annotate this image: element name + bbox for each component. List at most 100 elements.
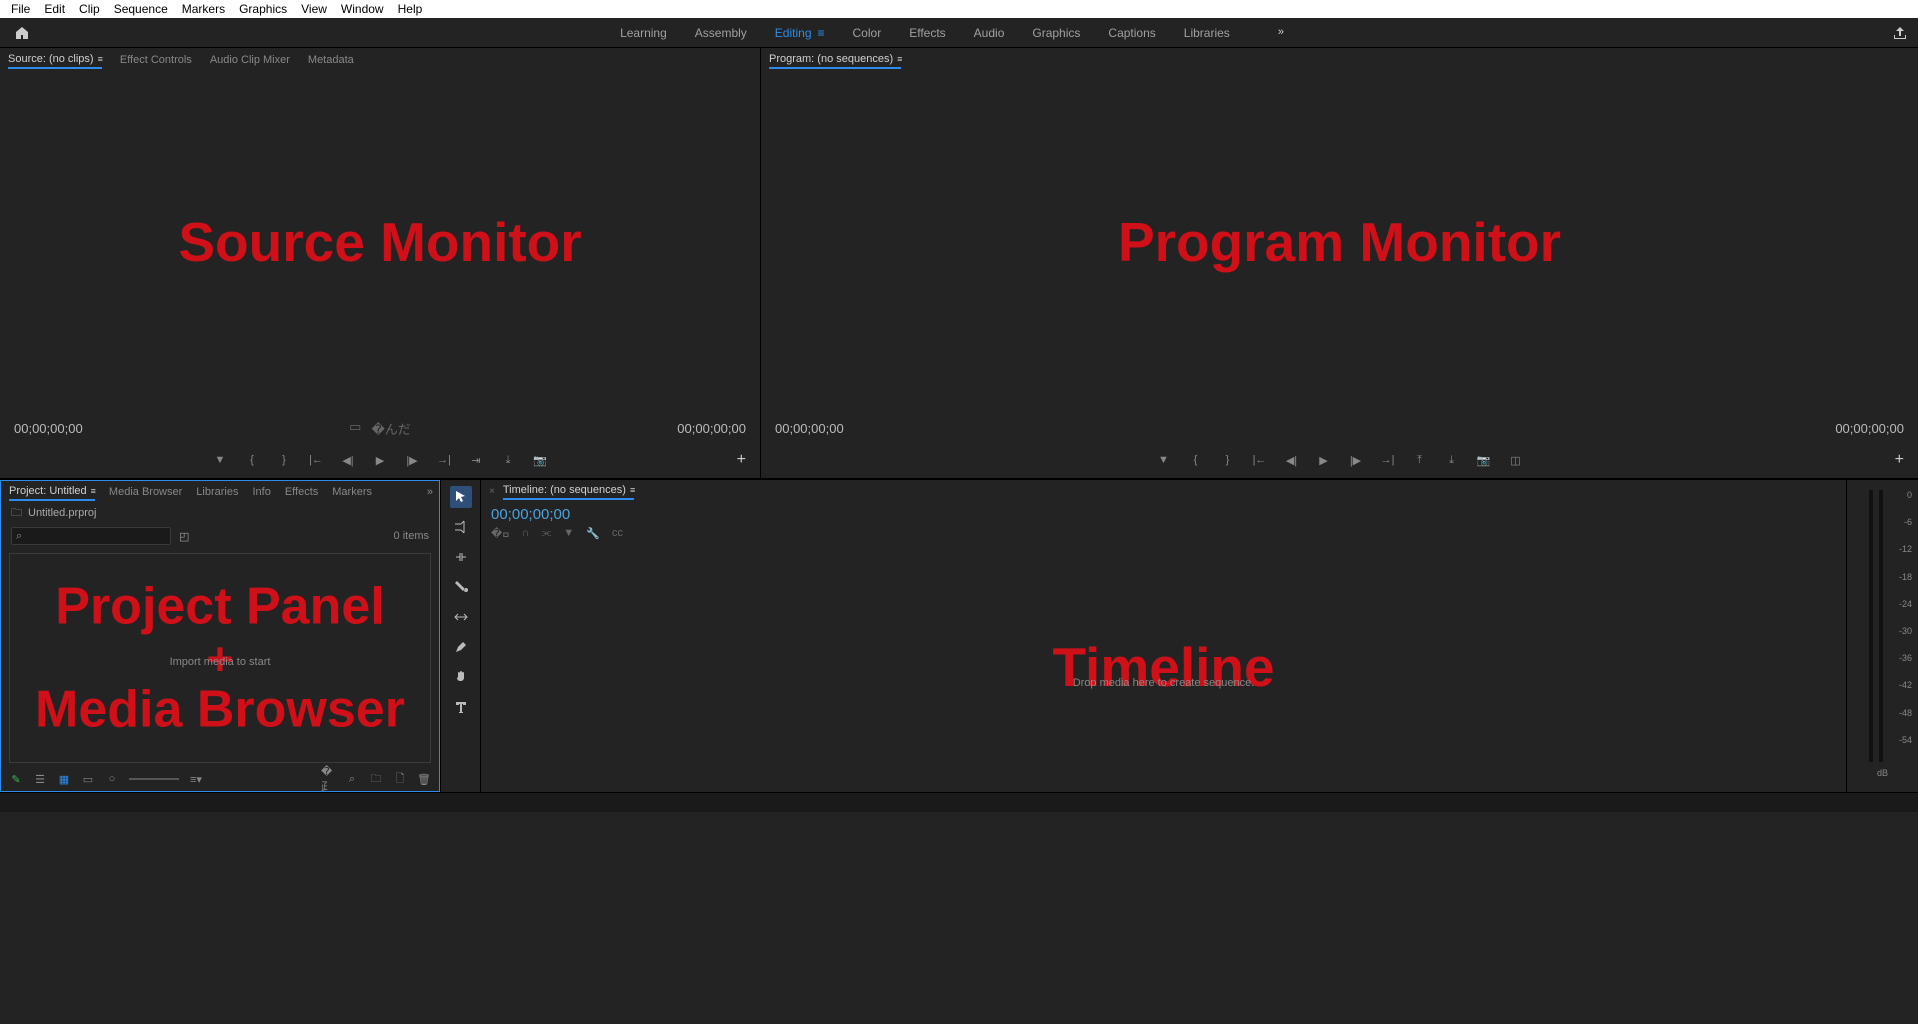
menu-help[interactable]: Help [391,2,430,16]
tool-pen[interactable] [450,636,472,658]
insert-button[interactable]: ⇥ [468,452,484,468]
overwrite-button[interactable]: ⤓ [500,452,516,468]
workspace-color[interactable]: Color [853,26,882,40]
tab-libraries-lower[interactable]: Libraries [196,486,238,498]
menu-clip[interactable]: Clip [72,2,107,16]
source-timecode-left[interactable]: 00;00;00;00 [14,421,83,436]
tab-effects-lower[interactable]: Effects [285,486,318,498]
tab-info[interactable]: Info [252,486,270,498]
button-editor-plus[interactable]: + [1895,451,1904,469]
sort-button[interactable]: ≡▾ [189,772,203,786]
tab-markers-lower[interactable]: Markers [332,486,372,498]
workspace-editing[interactable]: Editing≡ [775,26,825,40]
play-button[interactable]: ▶ [372,452,388,468]
tool-razor[interactable] [450,576,472,598]
tool-hand[interactable] [450,666,472,688]
step-forward-button[interactable]: |▶ [404,452,420,468]
menu-edit[interactable]: Edit [37,2,72,16]
source-monitor-viewport[interactable]: Source Monitor [0,72,760,414]
nest-icon[interactable]: �ߛ [491,527,509,540]
tool-type[interactable] [450,696,472,718]
workspace-audio[interactable]: Audio [974,26,1005,40]
tool-track-select[interactable] [450,516,472,538]
hamburger-icon[interactable]: ≡ [91,486,95,496]
tab-metadata[interactable]: Metadata [308,54,354,66]
workspace-assembly[interactable]: Assembly [695,26,747,40]
tool-ripple-edit[interactable] [450,546,472,568]
go-to-out-button[interactable]: →| [436,452,452,468]
export-frame-button[interactable]: 📷 [1476,452,1492,468]
zoom-slider-track[interactable] [129,778,179,780]
step-back-button[interactable]: ◀| [1284,452,1300,468]
extract-button[interactable]: ⤓ [1444,452,1460,468]
marker-icon[interactable]: ▼ [563,527,574,540]
filter-bin-icon[interactable]: ◰ [179,530,189,543]
go-to-out-button[interactable]: →| [1380,452,1396,468]
menu-window[interactable]: Window [334,2,391,16]
button-editor-plus[interactable]: + [737,451,746,469]
timeline-track-area[interactable]: Timeline Drop media here to create seque… [481,544,1846,792]
add-marker-button[interactable]: ▼ [212,452,228,468]
tab-source[interactable]: Source: (no clips)≡ [8,53,102,69]
workspace-captions[interactable]: Captions [1108,26,1155,40]
find-button[interactable]: ⌕ [345,772,359,786]
menu-view[interactable]: View [294,2,334,16]
timeline-timecode[interactable]: 00;00;00;00 [491,506,1836,523]
tabs-overflow-button[interactable]: » [427,486,433,498]
linked-selection-icon[interactable]: ⫘ [541,527,551,540]
home-button[interactable] [8,21,36,45]
delete-button[interactable]: 🗑 [417,772,431,786]
new-item-button[interactable]: 🗋 [393,772,407,786]
workspace-libraries[interactable]: Libraries [1184,26,1230,40]
snap-icon[interactable]: ∩ [521,527,529,540]
play-button[interactable]: ▶ [1316,452,1332,468]
menu-sequence[interactable]: Sequence [107,2,175,16]
zoom-slider-handle[interactable]: ○ [105,772,119,786]
tab-timeline[interactable]: Timeline: (no sequences)≡ [503,484,634,500]
mark-out-button[interactable]: } [276,452,292,468]
workspace-overflow-button[interactable]: » [1278,26,1284,40]
tab-program[interactable]: Program: (no sequences)≡ [769,53,901,69]
hamburger-icon[interactable]: ≡ [818,26,825,40]
automate-to-sequence-button[interactable]: �⺪ [321,772,335,786]
hamburger-icon[interactable]: ≡ [897,54,901,64]
step-forward-button[interactable]: |▶ [1348,452,1364,468]
mark-out-button[interactable]: } [1220,452,1236,468]
fit-icon[interactable]: ▭ [349,419,361,438]
settings-icon[interactable]: �んだ [371,419,410,438]
hamburger-icon[interactable]: ≡ [98,54,102,64]
icon-view-button[interactable]: ▦ [57,772,71,786]
project-search-input[interactable]: ⌕ [11,527,171,545]
tool-selection[interactable] [450,486,472,508]
settings-icon[interactable]: 🔧 [586,527,600,540]
add-marker-button[interactable]: ▼ [1156,452,1172,468]
menu-graphics[interactable]: Graphics [232,2,294,16]
export-frame-button[interactable]: 📷 [532,452,548,468]
timeline-tab-close[interactable]: × [489,486,495,497]
tab-project[interactable]: Project: Untitled≡ [9,485,95,501]
new-bin-button[interactable]: 🗀 [369,772,383,786]
mark-in-button[interactable]: { [244,452,260,468]
go-to-in-button[interactable]: |← [308,452,324,468]
list-view-button[interactable]: ☰ [33,772,47,786]
menu-file[interactable]: File [4,2,37,16]
step-back-button[interactable]: ◀| [340,452,356,468]
menu-markers[interactable]: Markers [175,2,232,16]
tab-effect-controls[interactable]: Effect Controls [120,54,192,66]
captions-icon[interactable]: cc [612,527,623,540]
share-button[interactable] [1868,25,1918,41]
project-writable-icon[interactable]: ✎ [9,772,23,786]
project-bin-area[interactable]: Project Panel + Media Browser Import med… [9,553,431,763]
workspace-graphics[interactable]: Graphics [1032,26,1080,40]
tab-media-browser[interactable]: Media Browser [109,486,182,498]
program-timecode-left[interactable]: 00;00;00;00 [775,421,844,436]
workspace-learning[interactable]: Learning [620,26,667,40]
hamburger-icon[interactable]: ≡ [630,485,634,495]
tab-audio-clip-mixer[interactable]: Audio Clip Mixer [210,54,290,66]
lift-button[interactable]: ⤒ [1412,452,1428,468]
go-to-in-button[interactable]: |← [1252,452,1268,468]
freeform-view-button[interactable]: ▭ [81,772,95,786]
program-monitor-viewport[interactable]: Program Monitor [761,72,1918,414]
comparison-view-button[interactable]: ◫ [1508,452,1524,468]
workspace-effects[interactable]: Effects [909,26,945,40]
